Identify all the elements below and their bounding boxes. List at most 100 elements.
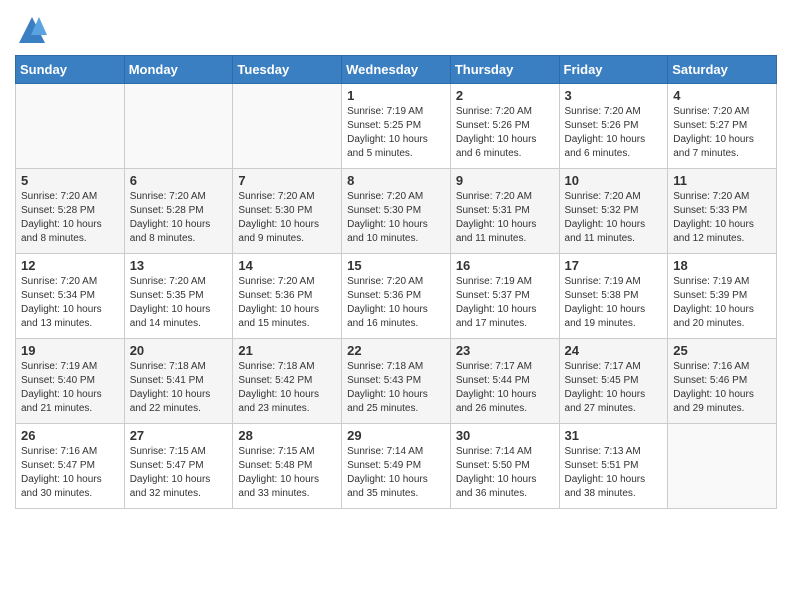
day-info: Sunrise: 7:19 AM Sunset: 5:37 PM Dayligh… xyxy=(456,275,554,331)
day-number: 20 xyxy=(130,343,228,358)
day-info: Sunrise: 7:14 AM Sunset: 5:49 PM Dayligh… xyxy=(347,445,445,501)
day-number: 4 xyxy=(673,88,771,103)
calendar-cell: 3Sunrise: 7:20 AM Sunset: 5:26 PM Daylig… xyxy=(559,84,668,169)
calendar-cell: 1 Sunrise: 7:19 AM Sunset: 5:25 PM Daylig… xyxy=(342,84,451,169)
page-header xyxy=(15,15,777,45)
day-number: 5 xyxy=(21,173,119,188)
weekday-header-monday: Monday xyxy=(124,56,233,84)
day-number: 15 xyxy=(347,258,445,273)
day-info: Sunrise: 7:18 AM Sunset: 5:43 PM Dayligh… xyxy=(347,360,445,416)
day-info: Sunrise: 7:19 AM Sunset: 5:38 PM Dayligh… xyxy=(565,275,663,331)
weekday-header-wednesday: Wednesday xyxy=(342,56,451,84)
day-number: 25 xyxy=(673,343,771,358)
calendar-cell xyxy=(16,84,125,169)
day-info: Sunrise: 7:20 AM Sunset: 5:28 PM Dayligh… xyxy=(21,190,119,246)
day-info: Sunrise: 7:20 AM Sunset: 5:26 PM Dayligh… xyxy=(565,105,663,161)
calendar-cell: 7 Sunrise: 7:20 AM Sunset: 5:30 PM Daylig… xyxy=(233,169,342,254)
day-info: Sunrise: 7:19 AM Sunset: 5:40 PM Dayligh… xyxy=(21,360,119,416)
day-number: 12 xyxy=(21,258,119,273)
calendar-table: SundayMondayTuesdayWednesdayThursdayFrid… xyxy=(15,55,777,509)
calendar-cell: 28 Sunrise: 7:15 AM Sunset: 5:48 PM Dayli… xyxy=(233,424,342,509)
weekday-header-thursday: Thursday xyxy=(450,56,559,84)
calendar-cell: 4 Sunrise: 7:20 AM Sunset: 5:27 PM Daylig… xyxy=(668,84,777,169)
day-number: 8 xyxy=(347,173,445,188)
calendar-cell: 2 Sunrise: 7:20 AM Sunset: 5:26 PM Daylig… xyxy=(450,84,559,169)
day-info: Sunrise: 7:18 AM Sunset: 5:42 PM Dayligh… xyxy=(238,360,336,416)
day-number: 11 xyxy=(673,173,771,188)
day-info: Sunrise: 7:19 AM Sunset: 5:39 PM Dayligh… xyxy=(673,275,771,331)
calendar-cell: 17 Sunrise: 7:19 AM Sunset: 5:38 PM Dayli… xyxy=(559,254,668,339)
day-number: 27 xyxy=(130,428,228,443)
day-number: 23 xyxy=(456,343,554,358)
calendar-cell: 10 Sunrise: 7:20 AM Sunset: 5:32 PM Dayli… xyxy=(559,169,668,254)
day-info: Sunrise: 7:20 AM Sunset: 5:26 PM Dayligh… xyxy=(456,105,554,161)
logo xyxy=(15,15,47,45)
calendar-cell: 21 Sunrise: 7:18 AM Sunset: 5:42 PM Dayli… xyxy=(233,339,342,424)
day-info: Sunrise: 7:20 AM Sunset: 5:35 PM Dayligh… xyxy=(130,275,228,331)
day-info: Sunrise: 7:20 AM Sunset: 5:27 PM Dayligh… xyxy=(673,105,771,161)
calendar-cell: 29 Sunrise: 7:14 AM Sunset: 5:49 PM Dayli… xyxy=(342,424,451,509)
day-info: Sunrise: 7:20 AM Sunset: 5:36 PM Dayligh… xyxy=(238,275,336,331)
day-number: 6 xyxy=(130,173,228,188)
calendar-cell: 23 Sunrise: 7:17 AM Sunset: 5:44 PM Dayli… xyxy=(450,339,559,424)
day-info: Sunrise: 7:20 AM Sunset: 5:33 PM Dayligh… xyxy=(673,190,771,246)
day-info: Sunrise: 7:20 AM Sunset: 5:30 PM Dayligh… xyxy=(238,190,336,246)
day-info: Sunrise: 7:13 AM Sunset: 5:51 PM Dayligh… xyxy=(565,445,663,501)
day-number: 17 xyxy=(565,258,663,273)
week-row-5: 26 Sunrise: 7:16 AM Sunset: 5:47 PM Dayli… xyxy=(16,424,777,509)
calendar-cell: 19 Sunrise: 7:19 AM Sunset: 5:40 PM Dayli… xyxy=(16,339,125,424)
day-number: 7 xyxy=(238,173,336,188)
day-number: 29 xyxy=(347,428,445,443)
calendar-cell xyxy=(668,424,777,509)
day-info: Sunrise: 7:14 AM Sunset: 5:50 PM Dayligh… xyxy=(456,445,554,501)
calendar-cell: 12Sunrise: 7:20 AM Sunset: 5:34 PM Dayli… xyxy=(16,254,125,339)
day-number: 13 xyxy=(130,258,228,273)
calendar-cell: 6 Sunrise: 7:20 AM Sunset: 5:28 PM Daylig… xyxy=(124,169,233,254)
weekday-header-tuesday: Tuesday xyxy=(233,56,342,84)
day-number: 21 xyxy=(238,343,336,358)
day-info: Sunrise: 7:15 AM Sunset: 5:48 PM Dayligh… xyxy=(238,445,336,501)
day-info: Sunrise: 7:20 AM Sunset: 5:32 PM Dayligh… xyxy=(565,190,663,246)
day-info: Sunrise: 7:20 AM Sunset: 5:28 PM Dayligh… xyxy=(130,190,228,246)
day-number: 30 xyxy=(456,428,554,443)
day-info: Sunrise: 7:18 AM Sunset: 5:41 PM Dayligh… xyxy=(130,360,228,416)
day-number: 9 xyxy=(456,173,554,188)
calendar-cell: 26 Sunrise: 7:16 AM Sunset: 5:47 PM Dayli… xyxy=(16,424,125,509)
day-info: Sunrise: 7:20 AM Sunset: 5:30 PM Dayligh… xyxy=(347,190,445,246)
calendar-cell: 14Sunrise: 7:20 AM Sunset: 5:36 PM Dayli… xyxy=(233,254,342,339)
calendar-cell: 22Sunrise: 7:18 AM Sunset: 5:43 PM Dayli… xyxy=(342,339,451,424)
calendar-cell: 16Sunrise: 7:19 AM Sunset: 5:37 PM Dayli… xyxy=(450,254,559,339)
calendar-cell: 5 Sunrise: 7:20 AM Sunset: 5:28 PM Daylig… xyxy=(16,169,125,254)
week-row-3: 12Sunrise: 7:20 AM Sunset: 5:34 PM Dayli… xyxy=(16,254,777,339)
day-number: 18 xyxy=(673,258,771,273)
day-info: Sunrise: 7:16 AM Sunset: 5:46 PM Dayligh… xyxy=(673,360,771,416)
calendar-cell: 18 Sunrise: 7:19 AM Sunset: 5:39 PM Dayli… xyxy=(668,254,777,339)
day-info: Sunrise: 7:19 AM Sunset: 5:25 PM Dayligh… xyxy=(347,105,445,161)
calendar-cell: 30 Sunrise: 7:14 AM Sunset: 5:50 PM Dayli… xyxy=(450,424,559,509)
week-row-1: 1 Sunrise: 7:19 AM Sunset: 5:25 PM Daylig… xyxy=(16,84,777,169)
day-info: Sunrise: 7:17 AM Sunset: 5:44 PM Dayligh… xyxy=(456,360,554,416)
day-number: 10 xyxy=(565,173,663,188)
day-number: 31 xyxy=(565,428,663,443)
day-number: 19 xyxy=(21,343,119,358)
calendar-cell: 20 Sunrise: 7:18 AM Sunset: 5:41 PM Dayli… xyxy=(124,339,233,424)
calendar-cell xyxy=(124,84,233,169)
day-info: Sunrise: 7:20 AM Sunset: 5:36 PM Dayligh… xyxy=(347,275,445,331)
week-row-2: 5 Sunrise: 7:20 AM Sunset: 5:28 PM Daylig… xyxy=(16,169,777,254)
logo-icon xyxy=(17,15,47,45)
day-number: 28 xyxy=(238,428,336,443)
calendar-cell: 8 Sunrise: 7:20 AM Sunset: 5:30 PM Daylig… xyxy=(342,169,451,254)
week-row-4: 19 Sunrise: 7:19 AM Sunset: 5:40 PM Dayli… xyxy=(16,339,777,424)
day-info: Sunrise: 7:15 AM Sunset: 5:47 PM Dayligh… xyxy=(130,445,228,501)
day-number: 24 xyxy=(565,343,663,358)
calendar-cell xyxy=(233,84,342,169)
calendar-cell: 15 Sunrise: 7:20 AM Sunset: 5:36 PM Dayli… xyxy=(342,254,451,339)
calendar-cell: 9Sunrise: 7:20 AM Sunset: 5:31 PM Daylig… xyxy=(450,169,559,254)
calendar-cell: 27 Sunrise: 7:15 AM Sunset: 5:47 PM Dayli… xyxy=(124,424,233,509)
weekday-header-friday: Friday xyxy=(559,56,668,84)
day-number: 2 xyxy=(456,88,554,103)
day-info: Sunrise: 7:16 AM Sunset: 5:47 PM Dayligh… xyxy=(21,445,119,501)
day-number: 26 xyxy=(21,428,119,443)
calendar-cell: 31 Sunrise: 7:13 AM Sunset: 5:51 PM Dayli… xyxy=(559,424,668,509)
day-number: 1 xyxy=(347,88,445,103)
